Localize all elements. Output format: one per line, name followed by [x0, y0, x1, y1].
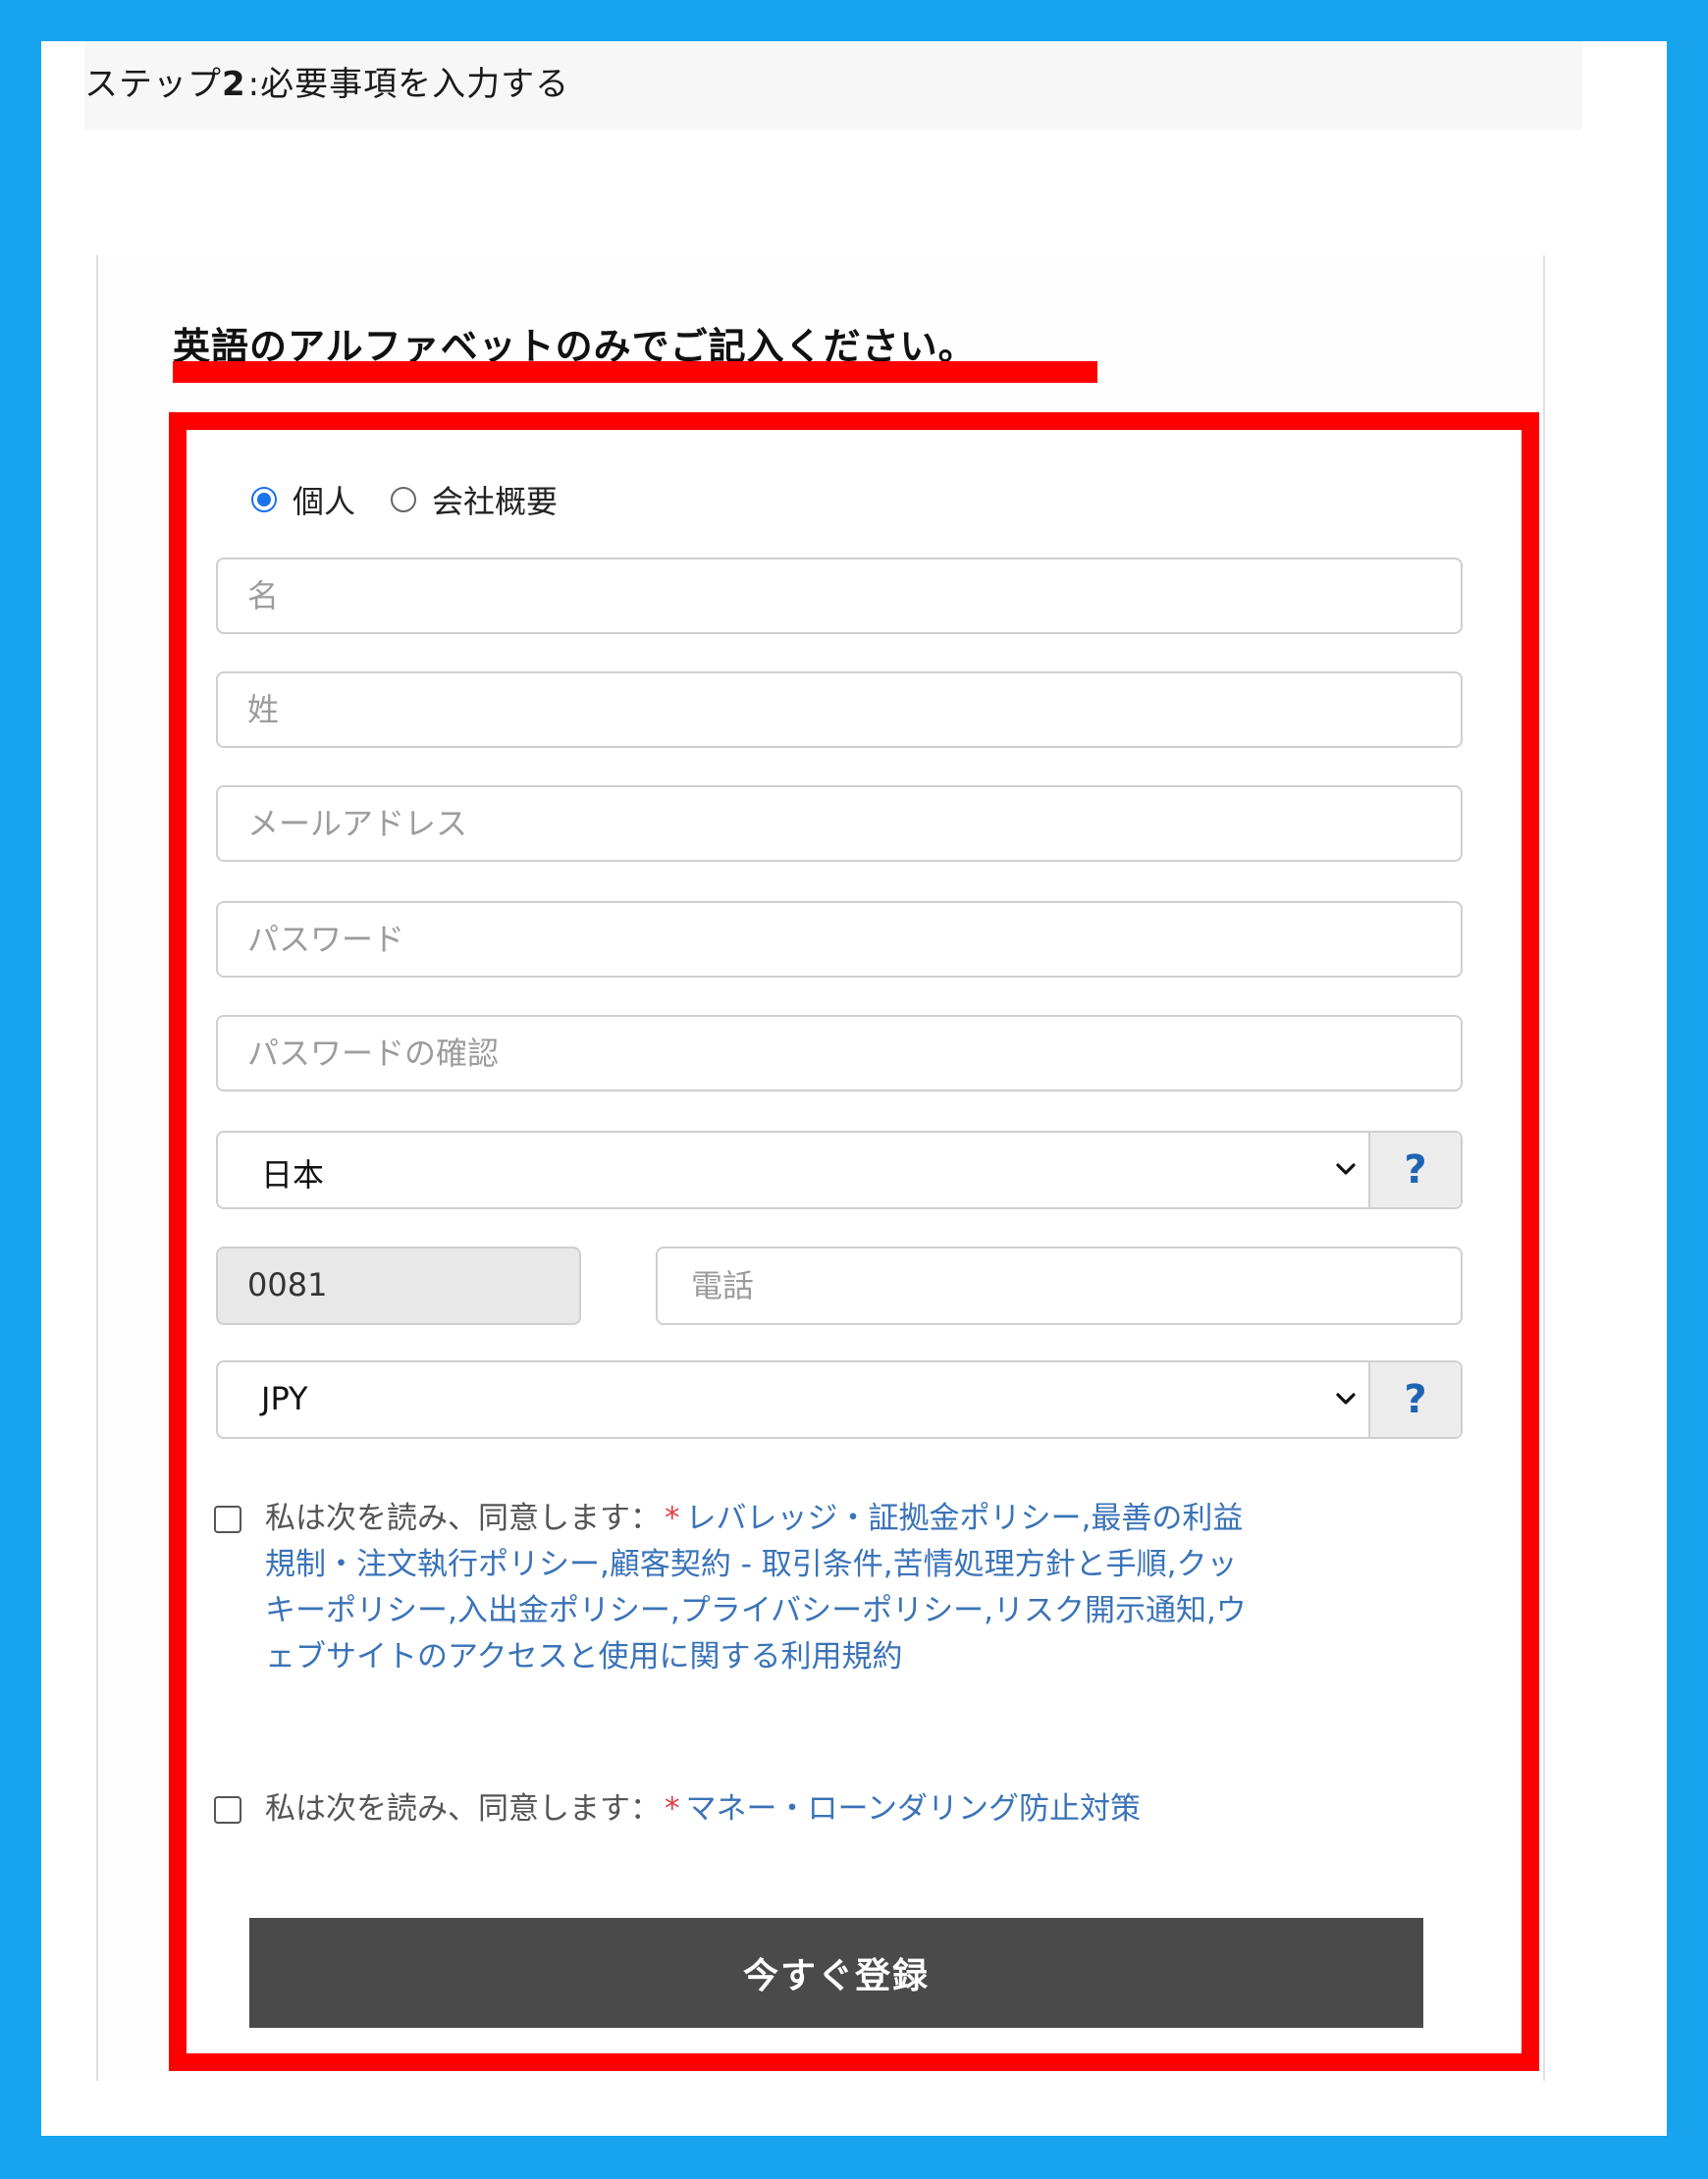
- step-number: 2: [222, 65, 246, 104]
- phone-field[interactable]: [656, 1247, 1463, 1325]
- notice-red-underline: [173, 361, 1097, 383]
- radio-company-label[interactable]: 会社概要: [432, 477, 558, 522]
- currency-help-button[interactable]: ?: [1368, 1362, 1461, 1437]
- radio-company[interactable]: [391, 487, 417, 512]
- password-input[interactable]: [218, 903, 1461, 976]
- phone-code-value: 0081: [247, 1266, 328, 1303]
- consent-policies-checkbox[interactable]: [214, 1506, 241, 1533]
- aml-policy-link[interactable]: マネー・ローンダリング防止対策: [686, 1791, 1141, 1827]
- consent-aml-text: 私は次を読み、同意します： * マネー・ローンダリング防止対策: [265, 1791, 1141, 1827]
- radio-individual-label[interactable]: 個人: [293, 477, 355, 522]
- phone-input[interactable]: [658, 1249, 1461, 1323]
- password-field[interactable]: [216, 901, 1463, 978]
- country-select[interactable]: 日本 ?: [216, 1131, 1463, 1209]
- chevron-down-icon: [1336, 1163, 1356, 1175]
- consent-policies-text: 私は次を読み、同意します： * レバレッジ・証拠金ポリシー,最善の利益規制・注文執行…: [265, 1501, 1247, 1674]
- consent-aml-checkbox[interactable]: [214, 1796, 241, 1824]
- email-field[interactable]: [216, 785, 1463, 862]
- country-help-button[interactable]: ?: [1368, 1133, 1461, 1207]
- last-name-field[interactable]: [216, 671, 1463, 748]
- phone-code-field: 0081: [216, 1247, 581, 1325]
- last-name-input[interactable]: [218, 673, 1461, 746]
- password-confirm-field[interactable]: [216, 1015, 1463, 1091]
- first-name-input[interactable]: [218, 559, 1461, 632]
- register-now-button[interactable]: 今すぐ登録: [249, 1918, 1423, 2028]
- radio-individual[interactable]: [251, 487, 277, 512]
- currency-select[interactable]: JPY ?: [216, 1360, 1463, 1439]
- password-confirm-input[interactable]: [218, 1017, 1461, 1090]
- step-title: ステップ2:必要事項を入力する: [84, 65, 570, 104]
- first-name-field[interactable]: [216, 558, 1463, 634]
- country-selected-value: 日本: [261, 1156, 325, 1194]
- currency-selected-value: JPY: [261, 1380, 308, 1417]
- account-type-group: 個人 会社概要: [251, 477, 593, 522]
- email-input[interactable]: [218, 787, 1461, 860]
- chevron-down-icon: [1336, 1393, 1356, 1405]
